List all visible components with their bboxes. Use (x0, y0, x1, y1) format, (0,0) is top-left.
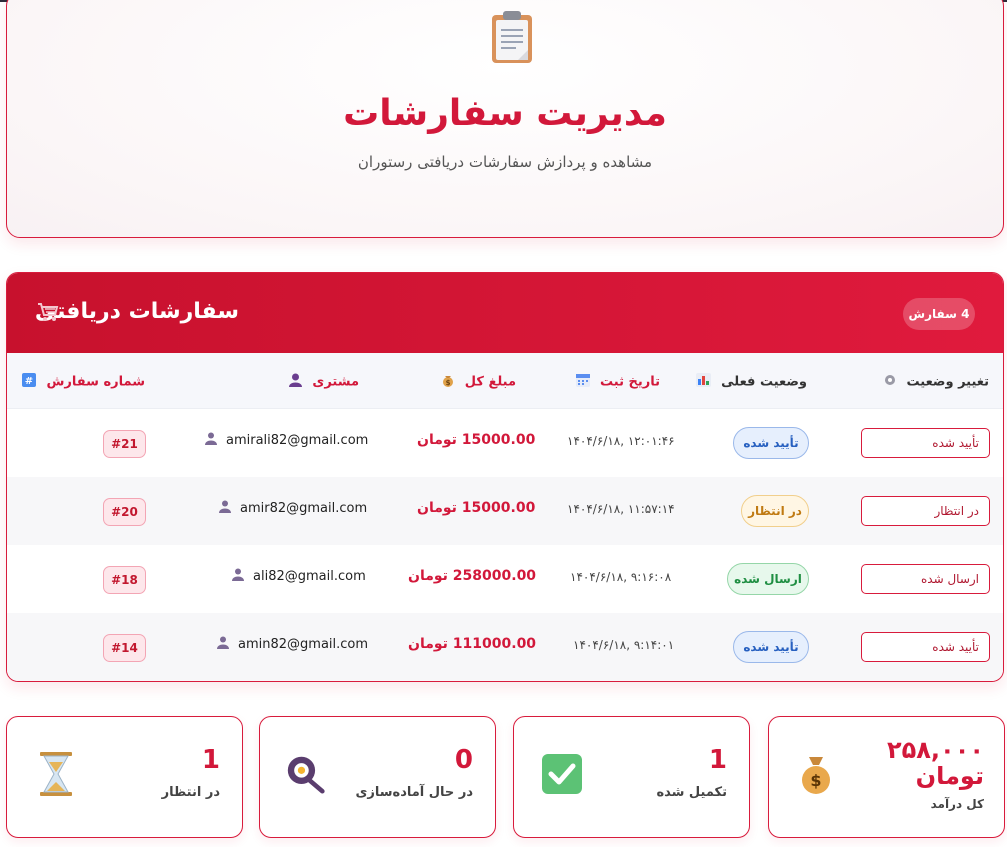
svg-text:#: # (25, 376, 33, 387)
table-row: در انتظار در انتظار ۱۴۰۴/۶/۱۸, ۱۱:۵۷:۱۴ … (7, 477, 1003, 545)
table-row: تأیید شده تأیید شده ۱۴۰۴/۶/۱۸, ۱۲:۰۱:۴۶ … (7, 409, 1003, 477)
calendar-icon (576, 373, 591, 391)
order-amount: 15000.00 تومان (417, 432, 536, 448)
orders-header: سفارشات دریافتی 4 سفارش (7, 273, 1003, 353)
money-bag-icon: $ (441, 373, 455, 391)
status-select[interactable]: در انتظار (861, 496, 990, 526)
orders-card: سفارشات دریافتی 4 سفارش تغییر وضعیت وضعی… (6, 272, 1004, 682)
revenue-label: کل درآمد (930, 797, 984, 811)
bar-chart-icon (696, 373, 712, 391)
hourglass-icon (40, 752, 72, 796)
pending-label: در انتظار (161, 785, 220, 800)
user-icon (219, 500, 231, 513)
customer-cell: amirali82@gmail.com (205, 432, 368, 448)
order-date: ۱۴۰۴/۶/۱۸, ۱۱:۵۷:۱۴ (567, 502, 675, 516)
preparing-stat-card: 0 در حال آماده‌سازی (259, 716, 496, 838)
preparing-label: در حال آماده‌سازی (355, 785, 473, 800)
check-mark-icon (542, 754, 582, 794)
preparing-value: 0 (454, 745, 473, 775)
money-bag-icon: $ (802, 757, 830, 794)
column-amount: مبلغ کل $ (441, 373, 516, 391)
column-change-status: تغییر وضعیت (883, 373, 989, 391)
order-date: ۱۴۰۴/۶/۱۸, ۹:۱۴:۰۱ (573, 638, 675, 652)
customer-email: amir82@gmail.com (240, 501, 368, 516)
hash-icon: # (22, 373, 37, 391)
user-icon (217, 636, 229, 649)
completed-value: 1 (708, 745, 727, 775)
order-amount: 15000.00 تومان (417, 500, 536, 516)
status-badge: تأیید شده (733, 427, 809, 459)
pending-stat-card: 1 در انتظار (6, 716, 243, 838)
status-select[interactable]: تأیید شده (861, 632, 990, 662)
status-badge: تأیید شده (733, 631, 809, 663)
status-badge: در انتظار (741, 495, 809, 527)
user-icon (289, 373, 303, 391)
order-count-badge: 4 سفارش (903, 298, 975, 330)
user-icon (205, 432, 217, 445)
svg-text:$: $ (810, 771, 821, 790)
column-order-number: شماره سفارش # (22, 373, 145, 391)
customer-email: ali82@gmail.com (253, 569, 366, 584)
order-date: ۱۴۰۴/۶/۱۸, ۱۲:۰۱:۴۶ (567, 434, 675, 448)
shopping-cart-icon (38, 303, 59, 321)
completed-stat-card: 1 تکمیل شده (513, 716, 750, 838)
order-id-badge: #18 (103, 566, 146, 594)
completed-label: تکمیل شده (656, 785, 727, 800)
order-id-badge: #20 (103, 498, 146, 526)
customer-cell: amir82@gmail.com (219, 500, 367, 516)
orders-title: سفارشات دریافتی (34, 299, 239, 324)
user-icon (232, 568, 244, 581)
customer-email: amirali82@gmail.com (226, 433, 369, 448)
column-current-status: وضعیت فعلی (696, 373, 807, 391)
table-row: تأیید شده تأیید شده ۱۴۰۴/۶/۱۸, ۹:۱۴:۰۱ 1… (7, 613, 1003, 681)
order-id-badge: #14 (103, 634, 146, 662)
order-id-badge: #21 (103, 430, 146, 458)
table-header: تغییر وضعیت وضعیت فعلی تاریخ ثبت مبلغ کل… (7, 353, 1003, 409)
customer-email: amin82@gmail.com (238, 637, 369, 652)
page-title: مدیریت سفارشات (343, 93, 667, 134)
order-amount: 111000.00 تومان (408, 636, 537, 652)
customer-cell: amin82@gmail.com (217, 636, 368, 652)
status-badge: ارسال شده (727, 563, 809, 595)
clipboard-icon (492, 11, 532, 63)
column-date: تاریخ ثبت (576, 373, 660, 391)
frying-pan-icon (287, 756, 325, 794)
gear-icon (883, 373, 897, 391)
order-date: ۱۴۰۴/۶/۱۸, ۹:۱۶:۰۸ (570, 570, 672, 584)
revenue-value: ۲۵۸,۰۰۰ تومان (886, 736, 984, 790)
column-customer: مشتری (289, 373, 359, 391)
svg-text:$: $ (445, 379, 450, 387)
status-select[interactable]: تأیید شده (861, 428, 990, 458)
order-amount: 258000.00 تومان (408, 568, 537, 584)
status-select[interactable]: ارسال شده (861, 564, 990, 594)
customer-cell: ali82@gmail.com (232, 568, 366, 584)
pending-value: 1 (201, 745, 220, 775)
table-row: ارسال شده ارسال شده ۱۴۰۴/۶/۱۸, ۹:۱۶:۰۸ 2… (7, 545, 1003, 613)
revenue-stat-card: ۲۵۸,۰۰۰ تومان کل درآمد $ (768, 716, 1005, 838)
header-card: مدیریت سفارشات مشاهده و پردازش سفارشات د… (6, 0, 1004, 238)
page-subtitle: مشاهده و پردازش سفارشات دریافتی رستوران (357, 153, 653, 171)
